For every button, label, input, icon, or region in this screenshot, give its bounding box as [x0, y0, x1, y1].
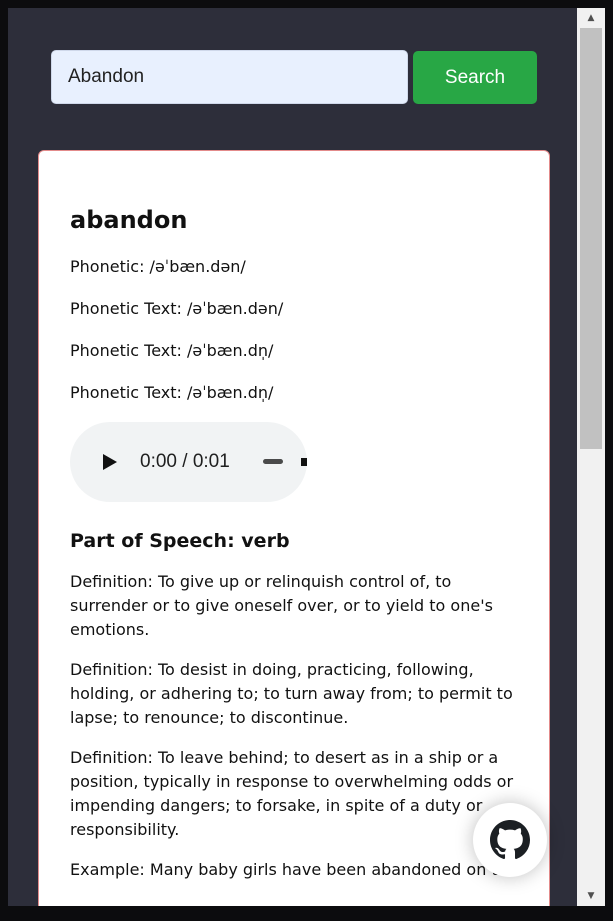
audio-player: 0:00 / 0:01	[70, 422, 307, 502]
play-icon[interactable]	[103, 454, 117, 470]
vertical-scrollbar[interactable]: ▲ ▼	[577, 8, 605, 906]
scrollbar-thumb[interactable]	[580, 28, 602, 449]
phonetic-text: Phonetic Text: /əˈbæn.dn̩/	[70, 383, 274, 402]
github-icon	[490, 820, 530, 860]
part-of-speech: Part of Speech: verb	[70, 530, 290, 552]
chevron-up-icon[interactable]: ▲	[577, 8, 605, 28]
github-link[interactable]	[473, 803, 547, 877]
definition: Definition: To desist in doing, practici…	[70, 660, 513, 727]
phonetic-text: Phonetic Text: /əˈbæn.dn̩/	[70, 341, 274, 360]
definition-card: abandon Phonetic: /əˈbæn.dən/ Phonetic T…	[38, 150, 550, 906]
chevron-down-icon[interactable]: ▼	[577, 886, 605, 906]
audio-time: 0:00 / 0:01	[140, 451, 230, 472]
word-title: abandon	[70, 206, 188, 234]
definition: Definition: To give up or relinquish con…	[70, 572, 493, 639]
definition: Definition: To leave behind; to desert a…	[70, 748, 514, 839]
app-window: Search abandon Phonetic: /əˈbæn.dən/ Pho…	[8, 8, 605, 906]
search-button[interactable]: Search	[413, 51, 537, 104]
search-bar: Search	[51, 50, 538, 104]
search-input[interactable]	[51, 50, 408, 104]
page-viewport: Search abandon Phonetic: /əˈbæn.dən/ Pho…	[8, 8, 577, 906]
volume-icon[interactable]	[301, 458, 307, 466]
audio-progress-bar[interactable]	[263, 459, 283, 464]
phonetic-text: Phonetic Text: /əˈbæn.dən/	[70, 299, 284, 318]
example: Example: Many baby girls have been aband…	[70, 860, 518, 879]
phonetic: Phonetic: /əˈbæn.dən/	[70, 257, 246, 276]
